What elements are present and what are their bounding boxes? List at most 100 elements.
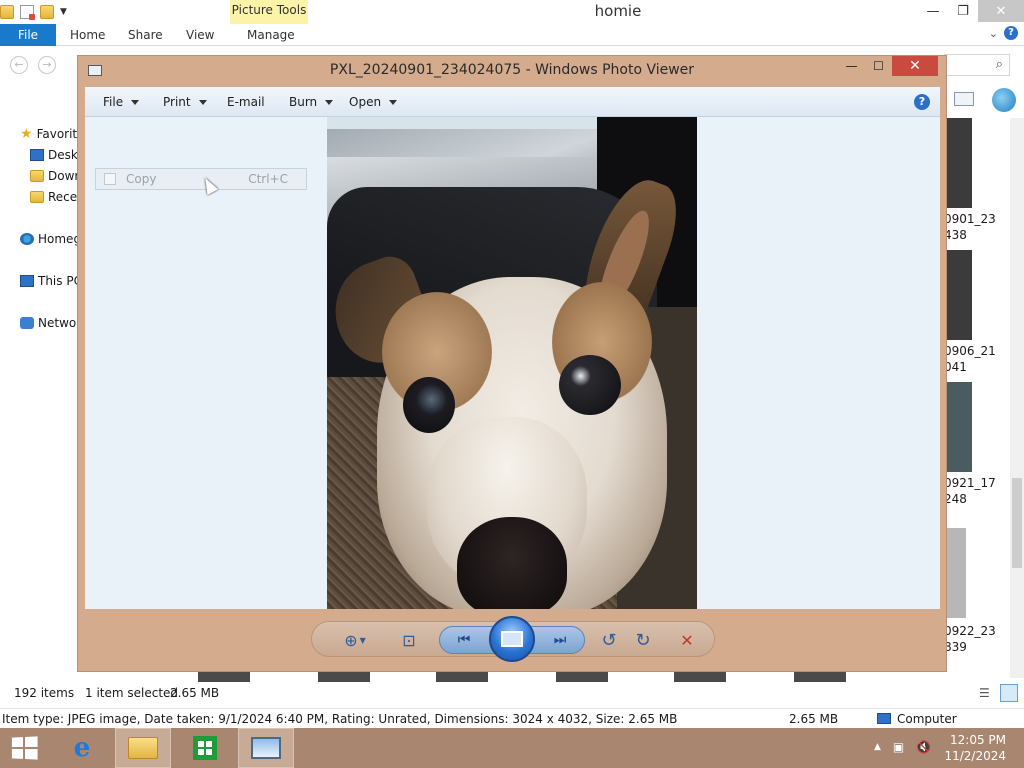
preview-pane-icon[interactable] [954,92,974,106]
network-icon [20,317,34,329]
tab-share[interactable]: Share [128,24,163,46]
viewer-minimize-button[interactable]: — [838,56,865,76]
back-icon[interactable]: ← [10,56,28,74]
volume-muted-icon[interactable]: 🔇 [916,740,931,754]
show-hidden-icons-icon[interactable]: ▲ [874,740,881,754]
zoom-icon: ⊕ [344,630,358,650]
restore-button[interactable]: ❐ [948,0,978,22]
tab-view[interactable]: View [186,24,214,46]
rotate-counterclockwise-button[interactable]: ↺ [596,628,622,652]
image-canvas[interactable]: Copy Ctrl+C [85,117,940,609]
viewer-control-bar: ⊕ ▼ ⊡ ⏮ ⏭ ↺ ↻ ✕ [311,616,715,662]
zoom-button[interactable]: ⊕ ▼ [338,628,372,652]
nav-item-network[interactable]: Netwo [20,314,76,332]
nav-item-desktop[interactable]: Desk [30,146,78,164]
recent-places-icon [30,191,44,203]
viewer-close-button[interactable]: ✕ [892,56,938,76]
nav-label: This PC [38,274,82,288]
nav-label: Desk [48,148,78,162]
minimize-button[interactable]: — [918,0,948,22]
view-toolbar [944,86,1024,114]
explorer-title: homie [594,2,642,20]
file-thumbnail[interactable] [944,528,966,618]
delete-button[interactable]: ✕ [674,628,700,652]
tray-icons: ▲ ▣ 🔇 [874,740,931,754]
nav-item-downloads[interactable]: Dowr [30,167,79,185]
taskbar-internet-explorer[interactable]: e [54,728,110,768]
menu-print[interactable]: Print [163,87,207,117]
file-name: 0906_21 [944,344,996,358]
file-thumbnail[interactable] [198,672,250,682]
nav-label: Rece [48,190,78,204]
file-explorer-icon [128,737,158,759]
next-button[interactable]: ⏭ [546,628,574,652]
taskbar-photo-viewer[interactable] [238,728,294,768]
scrollbar-thumb[interactable] [1012,478,1022,568]
actual-size-button[interactable]: ⊡ [396,628,422,652]
explorer-window-controls: — ❐ ✕ [918,0,1024,22]
photo-viewer-icon [251,737,281,759]
nav-item-recent[interactable]: Rece [30,188,77,206]
file-thumbnail[interactable] [318,672,370,682]
file-thumbnail[interactable] [794,672,846,682]
rotate-counterclockwise-icon: ↺ [601,629,617,651]
delete-icon: ✕ [680,630,694,650]
forward-icon[interactable]: → [38,56,56,74]
next-icon: ⏭ [553,632,567,648]
file-thumbnail[interactable] [944,250,972,340]
desktop-icon [30,149,44,161]
file-name: 248 [944,492,967,506]
clock-date[interactable]: 11/2/2024 [944,749,1006,763]
menu-open[interactable]: Open [349,87,398,117]
file-list-scrollbar[interactable] [1010,118,1024,678]
ribbon-expand-icon[interactable]: ⌄ [989,27,998,40]
nav-item-homegroup[interactable]: Homeg [20,230,81,248]
nav-label: Netwo [38,316,77,330]
chevron-down-icon [198,100,207,105]
viewer-maximize-button[interactable]: ☐ [865,56,892,76]
system-tray: ▲ ▣ 🔇 12:05 PM 11/2/2024 [874,728,1024,768]
help-globe-icon[interactable] [992,88,1016,112]
file-name: 0922_23 [944,624,996,638]
file-thumbnail-strip [198,672,858,682]
file-name: 438 [944,228,967,242]
start-button[interactable] [0,728,48,768]
details-view-icon[interactable]: ☰ [979,686,990,700]
file-thumbnail[interactable] [674,672,726,682]
computer-icon [20,275,34,287]
photo-viewer-window: PXL_20240901_234024075 - Windows Photo V… [77,55,947,672]
clock-time[interactable]: 12:05 PM [950,733,1006,747]
search-input[interactable]: ⌕ [944,54,1010,76]
nav-item-this-pc[interactable]: This PC [20,272,82,290]
slideshow-button[interactable] [489,616,535,662]
previous-button[interactable]: ⏮ [450,628,478,652]
chevron-down-icon: ▼ [359,635,366,645]
rotate-clockwise-button[interactable]: ↻ [630,628,656,652]
explorer-help-icon[interactable]: ? [1004,26,1018,40]
close-button[interactable]: ✕ [978,0,1024,22]
tab-home[interactable]: Home [70,24,105,46]
nav-item-favorites[interactable]: ★ Favorit [20,125,77,143]
file-thumbnail[interactable] [944,382,972,472]
file-thumbnail[interactable] [556,672,608,682]
menu-burn[interactable]: Burn [289,87,334,117]
homegroup-icon [20,233,34,245]
dog-nose [457,517,567,609]
dog-right-eye [559,355,621,415]
large-icons-view-icon[interactable] [1000,684,1018,702]
file-name: 0901_23 [944,212,996,226]
help-icon[interactable]: ? [914,94,930,110]
file-thumbnail[interactable] [436,672,488,682]
taskbar-store[interactable] [177,728,233,768]
menu-label: File [103,95,124,109]
tab-manage[interactable]: Manage [247,24,295,46]
network-status-icon[interactable]: ▣ [893,740,904,754]
viewer-titlebar[interactable]: PXL_20240901_234024075 - Windows Photo V… [78,56,946,86]
previous-icon: ⏮ [457,632,471,648]
menu-email[interactable]: E-mail [227,87,265,117]
file-thumbnail[interactable] [944,118,972,208]
tab-file[interactable]: File [0,24,56,46]
taskbar-file-explorer[interactable] [115,728,171,768]
menu-label: Burn [289,95,318,109]
menu-file[interactable]: File [103,87,140,117]
